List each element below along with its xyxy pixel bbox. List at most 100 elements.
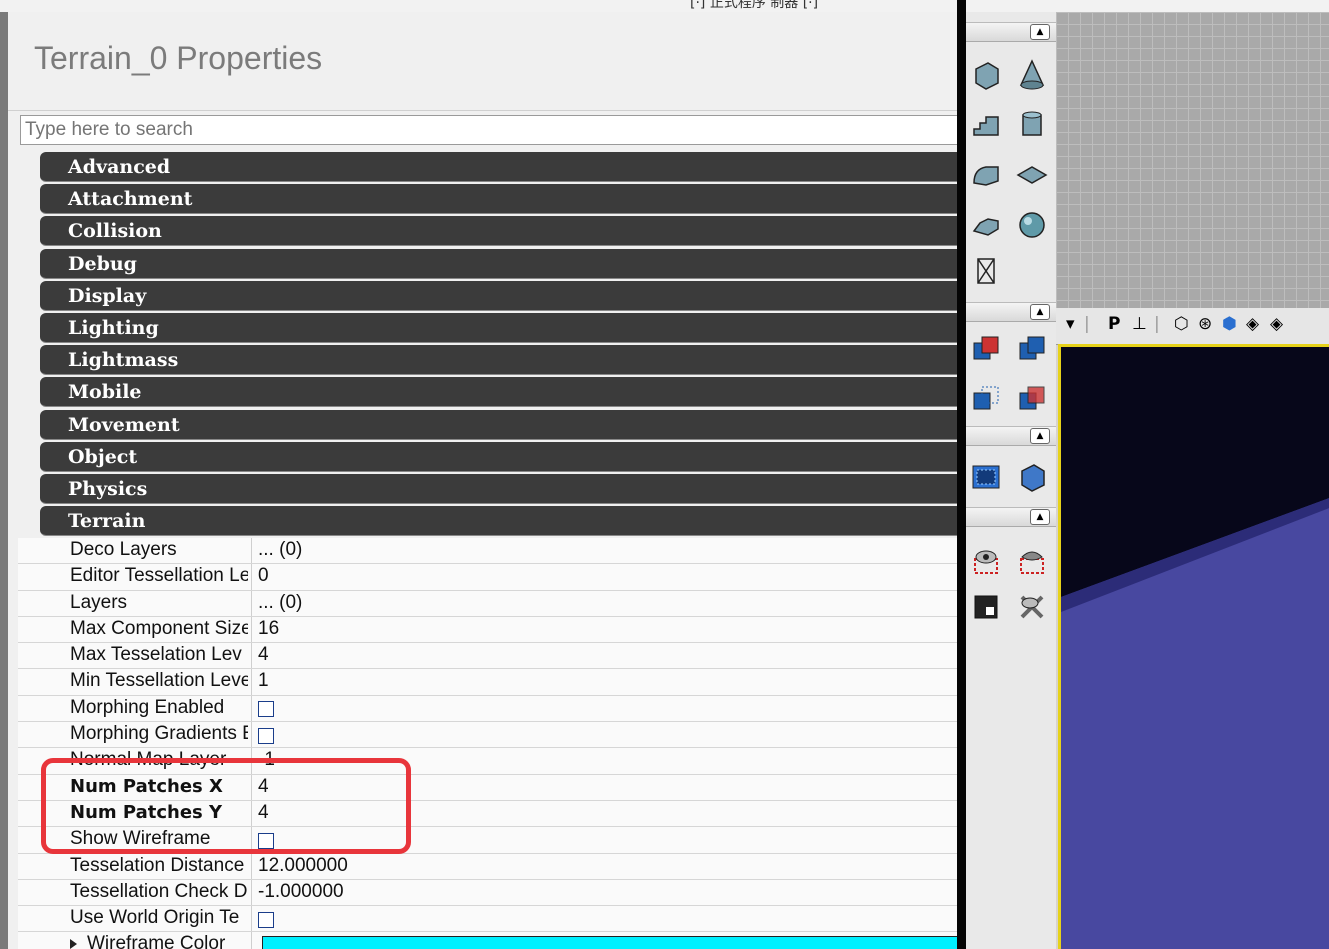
category-attachment[interactable]: Attachment (40, 184, 957, 215)
spiral-stairs-icon[interactable] (968, 206, 1004, 244)
property-value[interactable]: -1.000000 (258, 881, 344, 903)
search-input[interactable] (20, 115, 957, 145)
property-name: Min Tessellation Leve (70, 670, 248, 692)
property-value[interactable]: 1 (258, 670, 269, 692)
terrain-render (1061, 347, 1329, 949)
dropdown-icon[interactable]: ▾ (1066, 314, 1075, 334)
property-value[interactable]: ... (0) (258, 539, 302, 561)
brush-wireframe-icon[interactable]: ⬡ (1174, 314, 1189, 334)
toolbar-separator: | (1154, 314, 1160, 334)
terrain-property-list: Deco Layers ... (0) Editor Tessellation L… (18, 538, 957, 949)
category-physics[interactable]: Physics (40, 473, 957, 504)
unlit-icon[interactable]: ⬢ (1222, 314, 1237, 334)
property-row[interactable]: Tesselation Distance 12.000000 (18, 853, 957, 880)
show-selected-icon[interactable] (968, 542, 1004, 580)
property-name: Wireframe Color (87, 933, 226, 949)
section-header: ▲ (966, 22, 1056, 42)
section-header: ▲ (966, 302, 1056, 322)
property-row[interactable]: Wireframe Color (18, 932, 957, 949)
select-toggle-icon[interactable] (968, 588, 1004, 626)
collapse-icon[interactable]: ▲ (1030, 24, 1050, 40)
morphing-enabled-checkbox[interactable] (258, 701, 274, 718)
lit-icon[interactable]: ◈ (1246, 314, 1259, 334)
property-row[interactable]: Morphing Gradients E (18, 722, 957, 749)
category-lighting[interactable]: Lighting (40, 312, 957, 343)
curved-stairs-icon[interactable] (968, 156, 1004, 194)
sheet-brush-icon[interactable] (1014, 156, 1050, 194)
volumetric-icon[interactable] (968, 252, 1004, 290)
invert-selection-icon[interactable] (1014, 588, 1050, 626)
property-name: Tesselation Distance (70, 854, 245, 876)
category-mobile[interactable]: Mobile (40, 377, 957, 408)
cone-brush-icon[interactable] (1014, 56, 1050, 94)
annotation-highlight-box (41, 758, 411, 854)
category-debug[interactable]: Debug (40, 248, 957, 279)
collapse-icon[interactable]: ▲ (1030, 509, 1050, 525)
sphere-brush-icon[interactable] (1014, 206, 1050, 244)
category-object[interactable]: Object (40, 441, 957, 472)
property-name: Max Component Size (70, 617, 248, 639)
property-value[interactable]: 12.000000 (258, 855, 348, 877)
cylinder-brush-icon[interactable] (1014, 106, 1050, 144)
perspective-label[interactable]: P (1108, 314, 1120, 334)
panel-separator (957, 0, 966, 949)
csg-deintersect-icon[interactable] (1014, 380, 1050, 418)
property-name: Max Tesselation Lev (70, 644, 242, 666)
wireframe-icon[interactable]: ⊛ (1198, 314, 1212, 334)
property-row[interactable]: Max Tesselation Lev 4 (18, 643, 957, 670)
wireframe-color-swatch[interactable] (262, 936, 957, 949)
toolbar-separator: | (1084, 314, 1090, 334)
property-row[interactable]: Tessellation Check D -1.000000 (18, 879, 957, 907)
use-world-origin-checkbox[interactable] (258, 911, 274, 928)
section-header: ▲ (966, 426, 1056, 446)
property-row[interactable]: Deco Layers ... (0) (18, 538, 957, 565)
property-value[interactable]: ... (0) (258, 592, 302, 614)
viewport-toolbar: ▾ | P ⊥ | ⬡ ⊛ ⬢ ◈ ◈ (1056, 308, 1329, 345)
property-name: Morphing Gradients E (70, 723, 248, 745)
category-display[interactable]: Display (40, 280, 957, 311)
property-row[interactable]: Morphing Enabled (18, 695, 957, 723)
csg-subtract-icon[interactable] (1014, 330, 1050, 368)
expand-arrow-icon[interactable] (70, 939, 77, 949)
property-row[interactable]: Min Tessellation Leve 1 (18, 669, 957, 696)
category-movement[interactable]: Movement (40, 409, 957, 440)
property-row[interactable]: Layers ... (0) (18, 590, 957, 617)
category-collision[interactable]: Collision (40, 216, 957, 247)
window-title-strip: [·] 正式程序 制器 [·] (0, 0, 1329, 12)
axis-icon[interactable]: ⊥ (1132, 314, 1147, 334)
property-row[interactable]: Max Component Size 16 (18, 616, 957, 644)
morphing-gradients-checkbox[interactable] (258, 727, 274, 744)
collapse-icon[interactable]: ▲ (1030, 428, 1050, 444)
cube-brush-icon[interactable] (968, 56, 1004, 94)
add-volume-icon[interactable] (968, 458, 1004, 496)
property-value[interactable]: 4 (258, 644, 269, 666)
window-title-text: [·] 正式程序 制器 [·] (690, 0, 819, 11)
property-name: Editor Tessellation Le (70, 565, 248, 587)
category-terrain[interactable]: Terrain (40, 506, 957, 537)
property-name: Tessellation Check D (70, 880, 248, 902)
panel-title: Terrain_0 Properties (34, 40, 323, 76)
property-row[interactable]: Editor Tessellation Le 0 (18, 564, 957, 591)
collapse-icon[interactable]: ▲ (1030, 304, 1050, 320)
category-advanced[interactable]: Advanced (40, 152, 957, 182)
property-name: Use World Origin Te (70, 907, 240, 929)
add-special-icon[interactable] (1014, 458, 1050, 496)
csg-intersect-icon[interactable] (968, 380, 1004, 418)
property-value[interactable]: 16 (258, 618, 279, 640)
section-header: ▲ (966, 507, 1056, 527)
perspective-viewport[interactable] (1058, 344, 1329, 949)
hide-selected-icon[interactable] (1014, 542, 1050, 580)
detail-lighting-icon[interactable]: ◈ (1270, 314, 1283, 334)
toolbox-panel: ▲ ▲ ▲ ▲ (966, 12, 1056, 949)
csg-add-icon[interactable] (968, 330, 1004, 368)
top-viewport-grid[interactable] (1056, 12, 1329, 308)
stairs-brush-icon[interactable] (968, 106, 1004, 144)
property-row[interactable]: Use World Origin Te (18, 906, 957, 933)
category-lightmass[interactable]: Lightmass (40, 345, 957, 376)
property-value[interactable]: 0 (258, 565, 269, 587)
category-list: Advanced Attachment Collision Debug Disp… (40, 152, 957, 538)
property-name: Layers (70, 591, 128, 613)
property-name: Morphing Enabled (70, 696, 225, 718)
property-name: Deco Layers (70, 539, 177, 560)
divider (8, 110, 957, 111)
